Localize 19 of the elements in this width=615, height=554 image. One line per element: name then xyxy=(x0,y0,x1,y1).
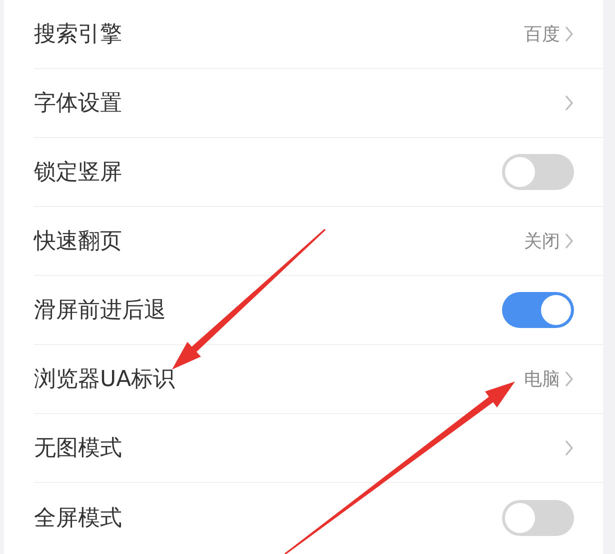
setting-label: 无图模式 xyxy=(34,435,123,463)
setting-value[interactable]: 电脑 xyxy=(524,367,560,391)
chevron-right-icon[interactable] xyxy=(564,25,574,43)
toggle-switch[interactable] xyxy=(502,292,574,328)
setting-label: 滑屏前进后退 xyxy=(34,297,167,325)
toggle-switch[interactable] xyxy=(502,500,574,536)
chevron-right-icon[interactable] xyxy=(564,439,574,457)
setting-label: 字体设置 xyxy=(34,90,123,118)
setting-label: 全屏模式 xyxy=(34,504,123,532)
toggle-switch[interactable] xyxy=(502,154,574,190)
chevron-right-icon[interactable] xyxy=(564,94,574,112)
setting-value[interactable]: 关闭 xyxy=(524,229,560,253)
setting-label: 快速翻页 xyxy=(34,228,123,256)
chevron-right-icon[interactable] xyxy=(564,370,574,388)
setting-value[interactable]: 百度 xyxy=(524,22,560,46)
chevron-right-icon[interactable] xyxy=(564,232,574,250)
setting-label: 搜索引擎 xyxy=(34,21,123,49)
setting-label: 锁定竖屏 xyxy=(34,159,123,187)
setting-label: 浏览器UA标识 xyxy=(34,366,176,394)
